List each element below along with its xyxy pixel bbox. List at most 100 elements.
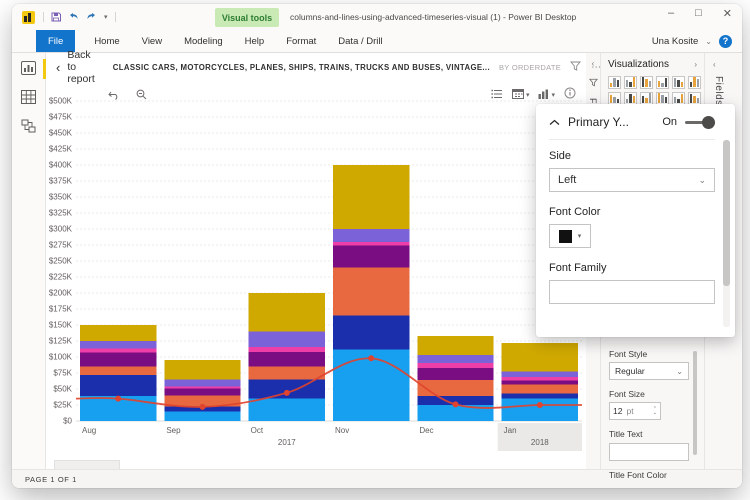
bar-segment-planes[interactable] — [80, 366, 157, 375]
bar-segment-trucks-and-buses[interactable] — [248, 331, 325, 347]
fields-collapse-icon[interactable]: ‹ — [713, 60, 716, 69]
bar-segment-vintage-cars[interactable] — [501, 342, 578, 372]
spin-down-icon[interactable]: ⌄ — [653, 411, 657, 416]
bar-segment-ships[interactable] — [164, 388, 241, 396]
bar-segment-trucks-and-buses[interactable] — [164, 379, 241, 387]
y-axis-tick-label: $125K — [49, 337, 73, 346]
bar-segment-trains[interactable] — [80, 348, 157, 353]
ribbon-tab-modeling[interactable]: Modeling — [173, 30, 234, 52]
visualizations-expand-icon[interactable]: › — [694, 60, 697, 69]
vis-type-icon[interactable] — [624, 76, 637, 89]
redo-icon[interactable] — [86, 12, 97, 22]
y-axis-tick-label: $75K — [53, 369, 72, 378]
x-axis-month-label: Jan — [504, 426, 517, 435]
bar-segment-trains[interactable] — [164, 386, 241, 389]
vis-type-icon[interactable] — [608, 76, 621, 89]
ribbon-tab-help[interactable]: Help — [234, 30, 276, 52]
bar-segment-vintage-cars[interactable] — [80, 325, 157, 341]
trend-point[interactable] — [452, 401, 459, 408]
bar-segment-trucks-and-buses[interactable] — [80, 341, 157, 349]
bar-segment-motorcycles[interactable] — [333, 315, 410, 350]
title-font-color-label: Title Font Color — [609, 470, 667, 480]
ribbon-tab-view[interactable]: View — [131, 30, 173, 52]
minimize-button[interactable]: – — [668, 7, 674, 20]
page-indicator: PAGE 1 OF 1 — [25, 474, 77, 484]
visual-title-by-field: BY ORDERDATE — [498, 62, 562, 72]
divider — [549, 139, 715, 140]
bar-segment-vintage-cars[interactable] — [248, 293, 325, 332]
side-dropdown[interactable]: Left ⌄ — [549, 168, 715, 192]
ribbon-tab-data-drill[interactable]: Data / Drill — [327, 30, 393, 52]
filter-funnel-icon[interactable] — [570, 58, 582, 76]
chevron-up-icon[interactable] — [549, 113, 560, 131]
bar-segment-ships[interactable] — [417, 367, 494, 381]
account-name[interactable]: Una Kosite — [652, 36, 698, 47]
font-size-stepper[interactable]: 12 pt ⌃ ⌄ — [609, 402, 661, 420]
bar-segment-motorcycles[interactable] — [501, 393, 578, 399]
bar-segment-trains[interactable] — [248, 346, 325, 352]
font-color-picker[interactable]: ▾ — [549, 224, 591, 248]
font-style-label: Font Style — [609, 349, 648, 359]
trend-point[interactable] — [536, 402, 543, 408]
format-pane-scrollbar[interactable] — [693, 351, 697, 455]
bar-segment-planes[interactable] — [248, 366, 325, 380]
format-pane-lower: Font Style Regular ⌄ Font Size 12 pt ⌃⌄ — [609, 349, 689, 488]
back-to-report-link[interactable]: ‹ Back to report — [56, 49, 95, 85]
title-text-label: Title Text — [609, 429, 643, 439]
vis-type-icon[interactable] — [688, 76, 701, 89]
primary-y-toggle[interactable] — [685, 115, 715, 129]
powerbi-logo-icon — [22, 10, 35, 24]
vis-type-icon[interactable] — [640, 76, 653, 89]
y-axis-tick-label: $375K — [49, 177, 73, 186]
trend-point[interactable] — [199, 403, 206, 410]
data-view-button[interactable] — [12, 90, 45, 104]
bar-segment-trucks-and-buses[interactable] — [501, 371, 578, 377]
bar-segment-trains[interactable] — [417, 362, 494, 368]
bar-segment-trains[interactable] — [501, 376, 578, 381]
close-button[interactable]: ✕ — [723, 7, 732, 20]
bar-segment-ships[interactable] — [80, 352, 157, 367]
bar-segment-trucks-and-buses[interactable] — [333, 229, 410, 242]
vis-type-icon[interactable] — [672, 76, 685, 89]
bar-segment-classic-cars[interactable] — [248, 398, 325, 421]
vis-type-icon[interactable] — [656, 76, 669, 89]
bar-segment-motorcycles[interactable] — [80, 374, 157, 397]
page-tab[interactable] — [54, 460, 120, 469]
bar-segment-planes[interactable] — [333, 267, 410, 316]
help-icon[interactable]: ? — [719, 34, 732, 48]
report-view-button[interactable] — [12, 59, 46, 79]
trend-point[interactable] — [368, 355, 375, 362]
account-caret-icon[interactable]: ⌄ — [705, 37, 712, 46]
model-view-button[interactable] — [12, 119, 45, 133]
visual-tools-contextual-tab[interactable]: Visual tools — [215, 8, 279, 27]
more-options-icon[interactable]: ⋯ — [591, 62, 601, 73]
bar-segment-vintage-cars[interactable] — [417, 335, 494, 356]
stacked-column-line-chart[interactable]: $0 $25K $50K $75K $100K $125K $150K $175K $200K $… — [48, 95, 586, 467]
font-family-input[interactable] — [549, 280, 715, 304]
bar-segment-ships[interactable] — [248, 351, 325, 367]
bar-segment-classic-cars[interactable] — [501, 398, 578, 421]
qat-customize-caret-icon[interactable]: ▾ — [104, 13, 108, 21]
maximize-button[interactable]: □ — [695, 7, 702, 20]
bar-segment-classic-cars[interactable] — [164, 411, 241, 421]
font-style-dropdown[interactable]: Regular ⌄ — [609, 362, 689, 380]
y-axis-tick-label: $225K — [49, 273, 73, 282]
card-title[interactable]: Primary Y... — [568, 115, 629, 129]
ribbon-tab-format[interactable]: Format — [275, 30, 327, 52]
bar-segment-trucks-and-buses[interactable] — [417, 355, 494, 363]
bar-segment-trains[interactable] — [333, 241, 410, 246]
y-axis-tick-label: $200K — [49, 289, 73, 298]
title-text-input[interactable] — [609, 443, 689, 461]
bar-segment-ships[interactable] — [501, 380, 578, 385]
trend-point[interactable] — [115, 395, 122, 402]
trend-point[interactable] — [283, 389, 290, 396]
bar-segment-vintage-cars[interactable] — [164, 360, 241, 380]
bar-segment-ships[interactable] — [333, 245, 410, 268]
bar-segment-vintage-cars[interactable] — [333, 165, 410, 229]
save-icon[interactable] — [51, 12, 61, 22]
app-window: ▾ Visual tools columns-and-lines-using-a… — [12, 4, 742, 488]
bar-segment-planes[interactable] — [501, 384, 578, 394]
undo-icon[interactable] — [68, 12, 79, 22]
card-scrollbar[interactable] — [723, 140, 730, 327]
bar-segment-planes[interactable] — [417, 380, 494, 397]
